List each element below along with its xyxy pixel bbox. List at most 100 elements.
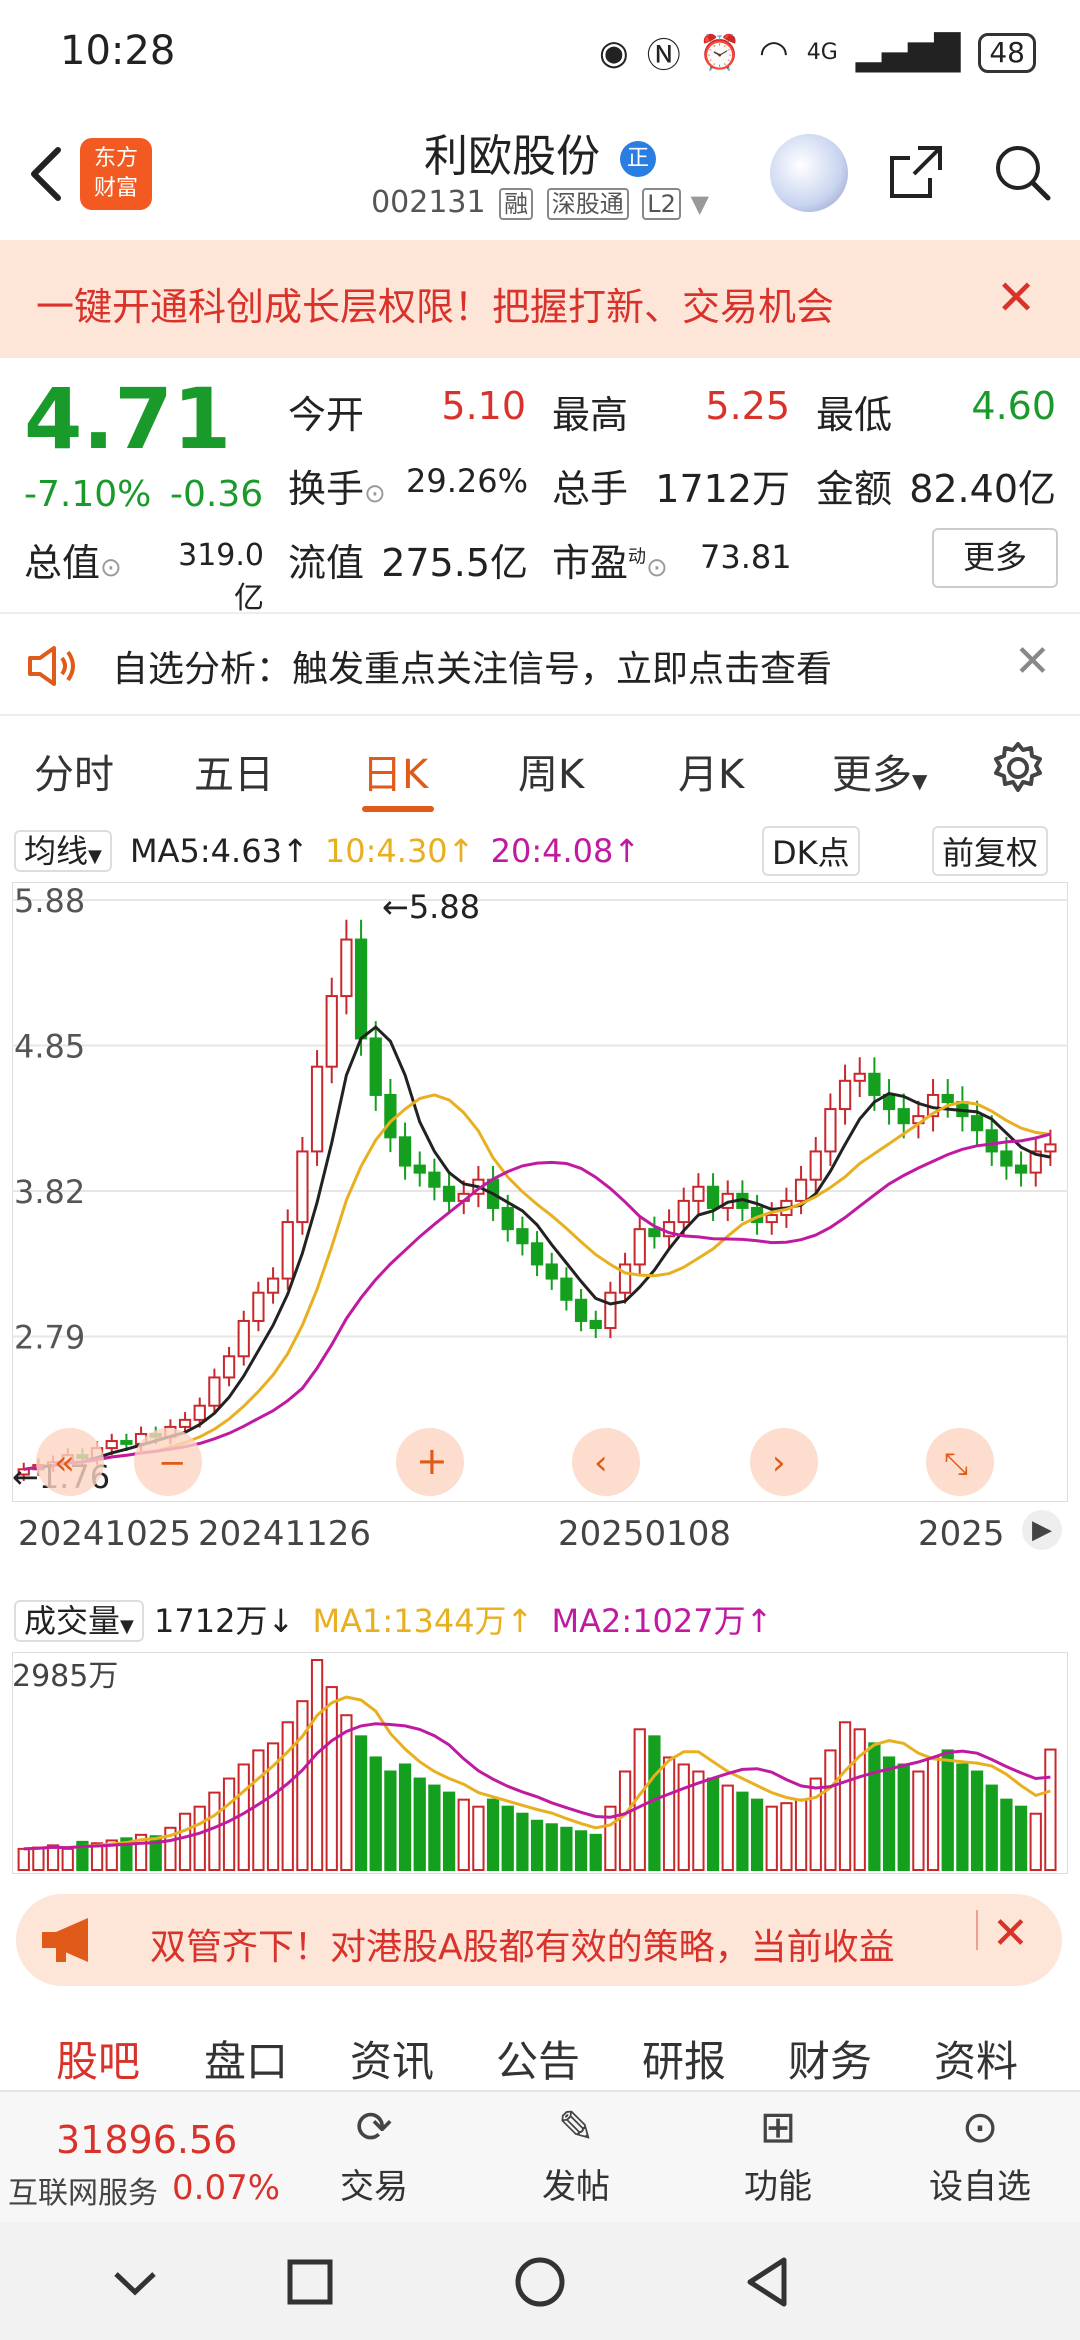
volume-bar <box>1044 1748 1057 1871</box>
candle <box>838 1079 852 1111</box>
more-button[interactable]: 更多 <box>932 528 1058 588</box>
svg-text:+: + <box>416 1439 448 1483</box>
index-percent: 0.07% <box>172 2168 281 2208</box>
float-value: 275.5亿 <box>381 541 528 585</box>
low-label: 最低 <box>816 393 893 437</box>
banner-text: 一键开通科创成长层权限！把握打新、交易机会 <box>36 285 835 329</box>
volume-bar <box>882 1756 896 1871</box>
ad-banner[interactable]: 双管齐下！对港股A股都有效的策略，当前收益 ✕ <box>16 1894 1062 1986</box>
volume-bar <box>442 1791 456 1871</box>
volume-value: 1712万↓ <box>154 1602 295 1640</box>
candle <box>516 1228 529 1245</box>
svg-text:−: − <box>158 1443 187 1483</box>
volume-bar <box>574 1830 588 1871</box>
nav-home-icon[interactable] <box>514 2256 566 2308</box>
change-percent: -7.10% <box>24 474 152 515</box>
share-icon[interactable] <box>884 140 948 204</box>
volume-selector[interactable]: 成交量▼ <box>14 1600 144 1642</box>
tab-intraday[interactable]: 分时 <box>34 742 114 800</box>
tab-more[interactable]: 更多▼ <box>832 742 927 800</box>
volume-bar <box>325 1686 338 1871</box>
tab-research[interactable]: 研报 <box>642 2028 726 2089</box>
nav-back-icon[interactable] <box>744 2256 792 2308</box>
dk-point-button[interactable]: DK点 <box>762 826 860 876</box>
promo-banner[interactable]: 一键开通科创成长层权限！把握打新、交易机会 ✕ <box>0 240 1080 358</box>
volume-bar <box>310 1659 324 1871</box>
tab-forum[interactable]: 股吧 <box>56 2028 140 2089</box>
candle <box>105 1440 118 1450</box>
adjust-button[interactable]: 前复权 <box>932 826 1049 876</box>
assistant-robot-icon[interactable] <box>770 134 848 212</box>
more-dots-icon: ⊙ <box>961 2102 999 2153</box>
vol-ma2: MA2:1027万↑ <box>551 1602 773 1640</box>
tag-margin: 融 <box>499 188 534 220</box>
tab-orderbook[interactable]: 盘口 <box>204 2028 288 2089</box>
verified-badge: 正 <box>620 141 656 177</box>
candle <box>530 1242 544 1266</box>
gear-icon[interactable] <box>990 740 1046 796</box>
candle <box>574 1298 588 1322</box>
close-icon[interactable]: ✕ <box>992 1908 1029 1959</box>
candle <box>868 1072 881 1096</box>
turnover-label: 换手⊙ <box>288 467 386 511</box>
post-button[interactable]: ✎ 发帖 <box>506 2102 646 2208</box>
volume-bar <box>398 1763 412 1871</box>
trade-button[interactable]: ⟳ 交易 <box>304 2102 444 2208</box>
eye-icon: ◉ <box>599 32 629 73</box>
candle <box>648 1228 661 1238</box>
candle <box>428 1171 441 1188</box>
index-value: 31896.56 <box>56 2118 238 2162</box>
candle <box>281 1221 294 1280</box>
analysis-notice[interactable]: 自选分析：触发重点关注信号，立即点击查看 ✕ <box>0 612 1080 716</box>
amount-label: 金额 <box>816 467 893 511</box>
tab-announcements[interactable]: 公告 <box>496 2028 580 2089</box>
volume-chart[interactable]: 2985万 <box>12 1652 1068 1874</box>
wifi-icon: ◠ <box>759 32 789 73</box>
scroll-right-icon[interactable]: ▶ <box>1022 1510 1062 1550</box>
volume-bar <box>897 1763 910 1871</box>
candle <box>633 1228 646 1266</box>
status-bar: 10:28 ◉ Ⓝ ⏰ ◠ 4G ▂▄▆█ 48 <box>0 0 1080 100</box>
nav-recents-icon[interactable] <box>286 2258 334 2306</box>
volume-bar <box>340 1714 353 1871</box>
tab-weekly-k[interactable]: 周K <box>518 742 584 800</box>
tab-five-day[interactable]: 五日 <box>194 742 274 800</box>
candle <box>340 938 353 998</box>
candle <box>442 1185 456 1202</box>
functions-button[interactable]: ⊞ 功能 <box>708 2102 848 2208</box>
volume-bar <box>17 1847 30 1871</box>
sector-index[interactable]: 31896.56 互联网服务 0.07% <box>0 2092 290 2224</box>
candle <box>266 1277 280 1294</box>
candle <box>222 1355 236 1379</box>
volume-bar <box>985 1784 998 1872</box>
kline-chart[interactable]: 5.884.853.822.79 ←5.88 ←1.76 « − + ‹ › ⤡ <box>12 882 1068 1502</box>
pe-value: 73.81 <box>700 538 792 576</box>
tab-daily-k[interactable]: 日K <box>362 742 428 800</box>
notice-text: 自选分析：触发重点关注信号，立即点击查看 <box>112 649 833 690</box>
search-icon[interactable] <box>990 140 1054 204</box>
nav-down-icon[interactable] <box>110 2262 160 2302</box>
indicator-selector[interactable]: 均线▼ <box>14 830 112 872</box>
tab-monthly-k[interactable]: 月K <box>678 742 744 800</box>
mktcap-label: 总值⊙ <box>24 541 122 585</box>
close-icon[interactable]: ✕ <box>1014 636 1051 687</box>
add-watchlist-button[interactable]: ⊙ 设自选 <box>910 2102 1050 2208</box>
volume-bar <box>824 1749 837 1871</box>
tab-news[interactable]: 资讯 <box>350 2028 434 2089</box>
tab-finance[interactable]: 财务 <box>788 2028 872 2089</box>
close-icon[interactable]: ✕ <box>996 270 1036 326</box>
volume-bar <box>457 1798 470 1871</box>
tab-profile[interactable]: 资料 <box>934 2028 1018 2089</box>
volume-bar <box>472 1805 485 1871</box>
candle <box>897 1108 910 1125</box>
volume-bar <box>662 1756 676 1871</box>
volume-bar <box>926 1756 940 1871</box>
volume-bar <box>692 1770 705 1871</box>
svg-text:⤡: ⤡ <box>944 1447 968 1482</box>
stock-code: 002131 <box>371 185 486 220</box>
candle <box>545 1263 558 1280</box>
mktcap-value: 319.0亿 <box>178 538 264 616</box>
volume-bar <box>677 1763 690 1871</box>
bottom-action-bar: 31896.56 互联网服务 0.07% ⟳ 交易 ✎ 发帖 ⊞ 功能 ⊙ 设自… <box>0 2090 1080 2224</box>
candle <box>1014 1164 1028 1174</box>
